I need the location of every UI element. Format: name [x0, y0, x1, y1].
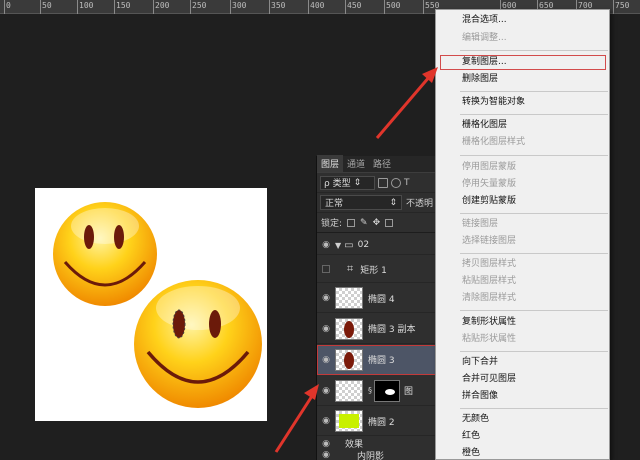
arrow-shaft — [375, 75, 432, 139]
annotation-arrows — [274, 67, 438, 453]
arrow-head — [304, 384, 319, 400]
arrow-shaft — [274, 395, 314, 453]
arrow-to-selected-layer — [274, 384, 319, 453]
arrow-to-duplicate-layer — [375, 67, 438, 139]
